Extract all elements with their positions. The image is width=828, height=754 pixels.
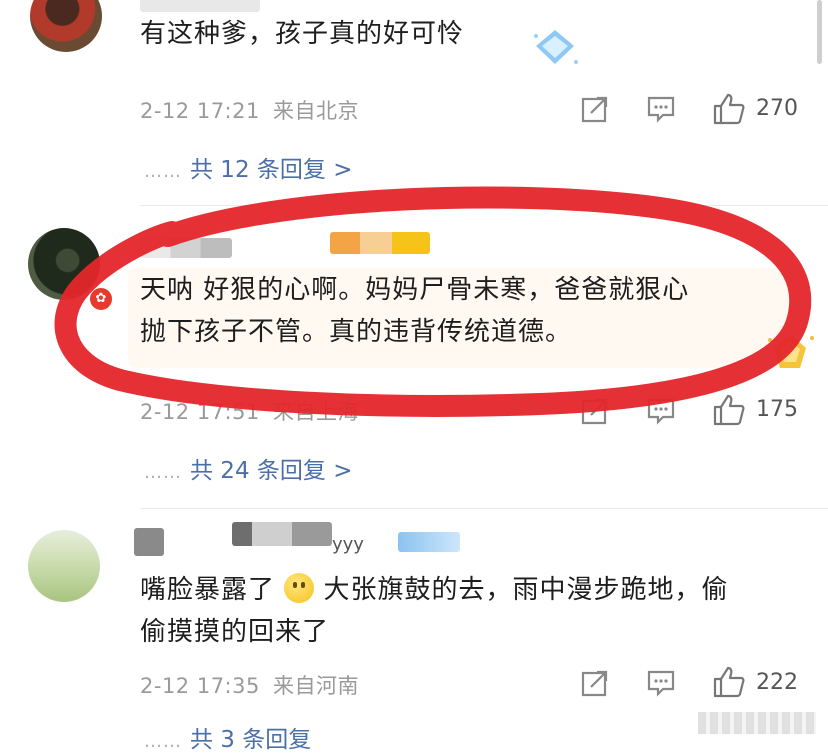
comment-time: 2-12 17:21	[140, 99, 260, 123]
repost-icon[interactable]	[580, 396, 610, 426]
medal-badge-icon	[768, 334, 814, 368]
comment-text-line1: 天呐 好狠的心啊。妈妈尸骨未寒，爸爸就狠心	[140, 275, 690, 305]
username[interactable]	[140, 0, 260, 12]
comment-text-line2: 偷摸摸的回来了	[140, 617, 330, 647]
replies-label: 共 12 条回复 >	[190, 157, 353, 183]
comment-icon[interactable]	[646, 668, 676, 698]
divider	[140, 508, 828, 509]
comment-icon[interactable]	[646, 396, 676, 426]
comment-location: 来自上海	[273, 400, 360, 424]
reply-dots: ……	[144, 161, 182, 182]
comment-location: 来自北京	[273, 99, 360, 123]
repost-icon[interactable]	[580, 668, 610, 698]
comment-text: 有这种爹，孩子真的好可怜	[140, 19, 465, 49]
username-blur	[232, 522, 332, 546]
watermark	[698, 712, 816, 734]
avatar[interactable]	[28, 228, 100, 300]
diamond-badge-icon	[534, 30, 578, 64]
like-icon[interactable]	[712, 665, 746, 699]
comment-meta: 2-12 17:51 来自上海	[140, 396, 359, 426]
comment-time: 2-12 17:35	[140, 674, 260, 698]
comment-time: 2-12 17:51	[140, 400, 260, 424]
user-level-badge	[330, 232, 430, 254]
like-count: 222	[756, 670, 798, 695]
username[interactable]	[140, 238, 232, 258]
like-count: 175	[756, 397, 798, 422]
comment-meta: 2-12 17:21 来自北京	[140, 95, 359, 125]
divider	[140, 205, 828, 206]
member-badge-icon: ✿	[88, 286, 114, 312]
view-replies-link[interactable]: …… 共 3 条回复	[144, 720, 311, 754]
like-icon[interactable]	[712, 92, 746, 126]
username-partial: yyy	[332, 534, 364, 555]
like-icon[interactable]	[712, 393, 746, 427]
comment-location: 来自河南	[273, 674, 360, 698]
smile-emoji-icon	[284, 573, 315, 603]
comment-meta: 2-12 17:35 来自河南	[140, 670, 359, 700]
comment-text-line2: 抛下孩子不管。真的违背传统道德。	[140, 317, 573, 347]
like-count: 270	[756, 96, 798, 121]
annotation-circle	[54, 186, 812, 417]
avatar[interactable]	[28, 530, 100, 602]
scrollbar[interactable]	[817, 0, 822, 64]
view-replies-link[interactable]: …… 共 24 条回复 >	[144, 451, 352, 485]
comment-text-segment: 嘴脸暴露了	[140, 575, 276, 605]
comment-icon[interactable]	[646, 94, 676, 124]
avatar[interactable]	[30, 0, 102, 52]
replies-label: 共 24 条回复 >	[190, 458, 353, 484]
comment-text-segment: 大张旗鼓的去，雨中漫步跪地，偷	[323, 575, 729, 605]
comment-text-line1: 嘴脸暴露了 大张旗鼓的去，雨中漫步跪地，偷	[140, 570, 729, 610]
reply-dots: ……	[144, 462, 182, 483]
repost-icon[interactable]	[580, 94, 610, 124]
replies-label: 共 3 条回复	[190, 727, 312, 753]
user-level-badge	[398, 532, 460, 552]
view-replies-link[interactable]: …… 共 12 条回复 >	[144, 150, 352, 184]
username[interactable]	[134, 528, 164, 556]
